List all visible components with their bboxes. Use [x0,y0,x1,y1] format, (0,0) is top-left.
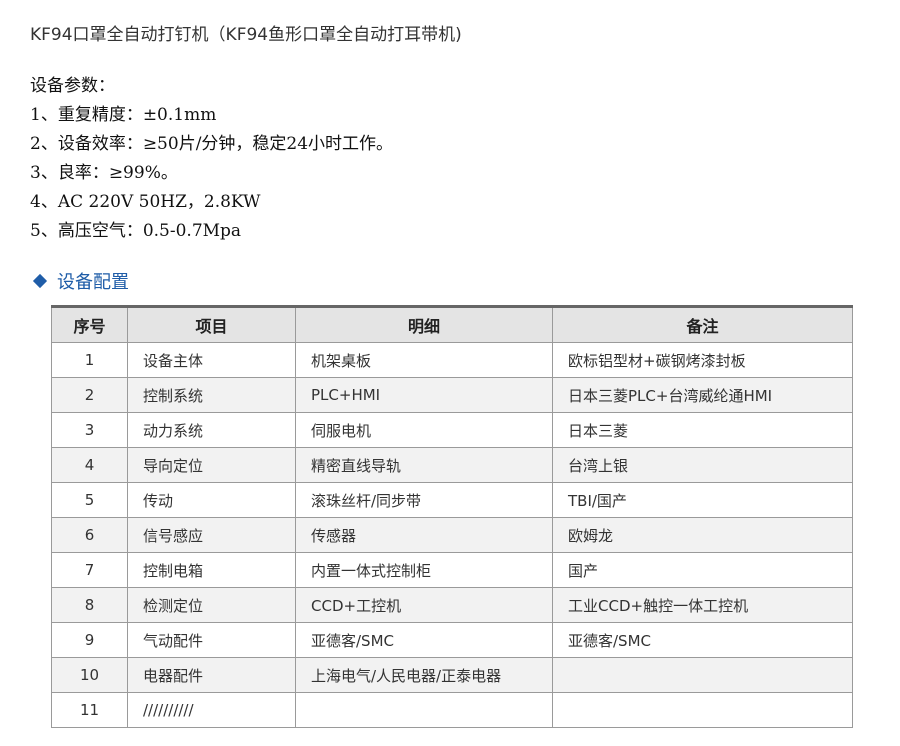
table-row: 6 信号感应 传感器 欧姆龙 [51,517,853,553]
cell-remark: 欧姆龙 [552,517,853,553]
cell-index: 1 [51,342,128,378]
cell-item: 导向定位 [127,447,296,483]
cell-detail: PLC+HMI [295,377,553,413]
cell-item: 电器配件 [127,657,296,693]
page-title: KF94口罩全自动打钉机（KF94鱼形口罩全自动打耳带机) [30,25,462,45]
parameter-line: 5、高压空气：0.5-0.7Mpa [30,221,242,241]
table-row: 7 控制电箱 内置一体式控制柜 国产 [51,552,853,588]
config-table: 序号 项目 明细 备注 1 设备主体 机架桌板 欧标铝型材+碳钢烤漆封板 2 控… [51,305,853,728]
config-heading: 设备配置 [32,268,129,294]
cell-detail: 滚珠丝杆/同步带 [295,482,553,518]
table-row: 2 控制系统 PLC+HMI 日本三菱PLC+台湾威纶通HMI [51,377,853,413]
parameter-line: 2、设备效率：≥50片/分钟，稳定24小时工作。 [30,134,394,154]
cell-remark [552,657,853,693]
cell-index: 11 [51,692,128,728]
cell-index: 10 [51,657,128,693]
cell-remark: 工业CCD+触控一体工控机 [552,587,853,623]
parameters-heading: 设备参数： [30,76,115,96]
cell-index: 6 [51,517,128,553]
cell-index: 7 [51,552,128,588]
cell-index: 2 [51,377,128,413]
table-row: 10 电器配件 上海电气/人民电器/正泰电器 [51,657,853,693]
cell-index: 5 [51,482,128,518]
cell-index: 3 [51,412,128,448]
table-row: 4 导向定位 精密直线导轨 台湾上银 [51,447,853,483]
table-row: 8 检测定位 CCD+工控机 工业CCD+触控一体工控机 [51,587,853,623]
table-header-row: 序号 项目 明细 备注 [51,306,853,343]
config-heading-label: 设备配置 [57,272,129,293]
cell-remark: 日本三菱 [552,412,853,448]
cell-remark: 日本三菱PLC+台湾威纶通HMI [552,377,853,413]
cell-item: 信号感应 [127,517,296,553]
cell-detail: 精密直线导轨 [295,447,553,483]
table-row: 11 ////////// [51,692,853,728]
cell-detail: 传感器 [295,517,553,553]
header-cell-item: 项目 [127,306,296,343]
header-cell-remark: 备注 [552,306,853,343]
cell-remark: 欧标铝型材+碳钢烤漆封板 [552,342,853,378]
cell-remark: 国产 [552,552,853,588]
cell-remark: TBI/国产 [552,482,853,518]
cell-index: 9 [51,622,128,658]
cell-index: 8 [51,587,128,623]
diamond-bullet-icon [32,273,48,289]
cell-detail: 亚德客/SMC [295,622,553,658]
cell-item: 气动配件 [127,622,296,658]
parameter-line: 4、AC 220V 50HZ，2.8KW [30,192,261,212]
header-cell-index: 序号 [51,306,128,343]
table-row: 1 设备主体 机架桌板 欧标铝型材+碳钢烤漆封板 [51,342,853,378]
parameter-line: 3、良率：≥99%。 [30,163,178,183]
cell-detail: 机架桌板 [295,342,553,378]
cell-detail: CCD+工控机 [295,587,553,623]
cell-item: 设备主体 [127,342,296,378]
table-row: 5 传动 滚珠丝杆/同步带 TBI/国产 [51,482,853,518]
cell-item: 检测定位 [127,587,296,623]
cell-index: 4 [51,447,128,483]
cell-detail [295,692,553,728]
table-row: 3 动力系统 伺服电机 日本三菱 [51,412,853,448]
cell-item: 控制系统 [127,377,296,413]
parameter-line: 1、重复精度：±0.1mm [30,105,217,125]
cell-item: 控制电箱 [127,552,296,588]
cell-remark: 台湾上银 [552,447,853,483]
cell-item: 动力系统 [127,412,296,448]
cell-detail: 伺服电机 [295,412,553,448]
table-row: 9 气动配件 亚德客/SMC 亚德客/SMC [51,622,853,658]
cell-detail: 内置一体式控制柜 [295,552,553,588]
parameters-section: 设备参数： 1、重复精度：±0.1mm 2、设备效率：≥50片/分钟，稳定24小… [30,72,393,246]
cell-remark [552,692,853,728]
cell-remark: 亚德客/SMC [552,622,853,658]
cell-item: ////////// [127,692,296,728]
header-cell-detail: 明细 [295,306,553,343]
cell-item: 传动 [127,482,296,518]
cell-detail: 上海电气/人民电器/正泰电器 [295,657,553,693]
